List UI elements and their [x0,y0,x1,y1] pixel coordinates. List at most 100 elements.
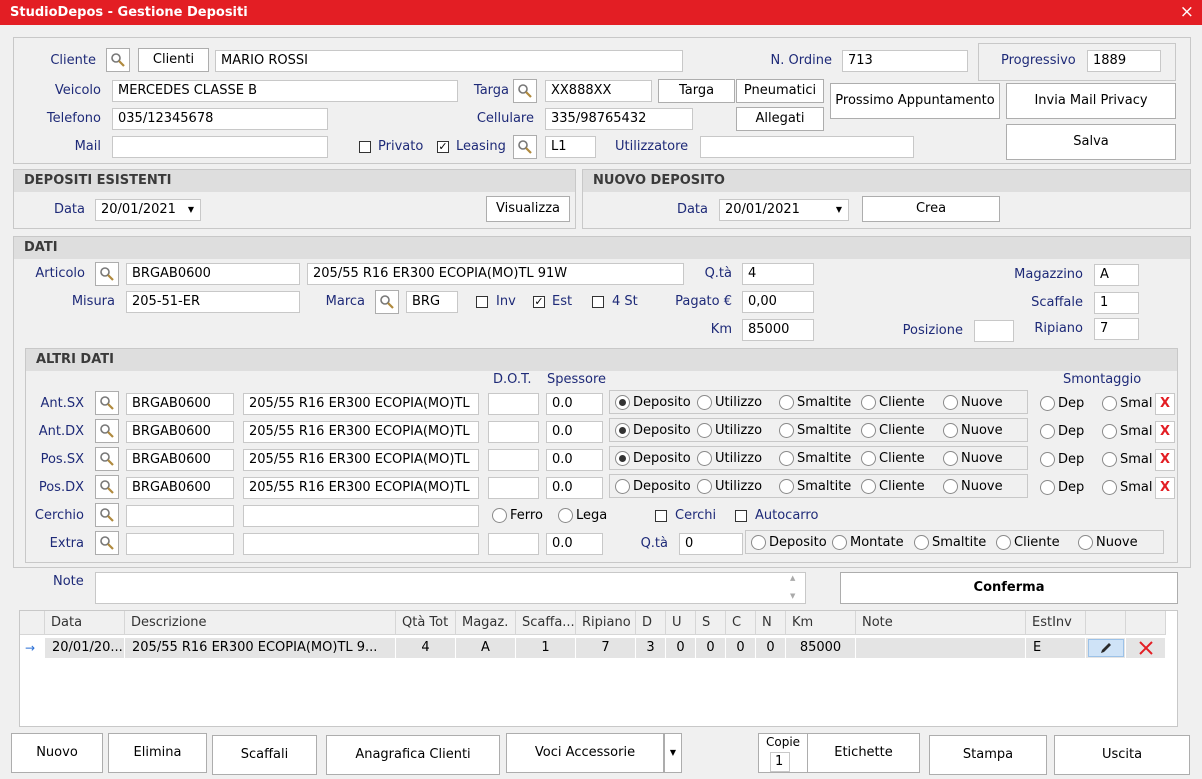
autocarro-checkbox[interactable] [735,510,747,522]
grid-column-header[interactable]: Ripiano [576,611,636,635]
grid-column-header[interactable]: Descrizione [125,611,396,635]
misura-field[interactable]: 205-51-ER [126,291,300,313]
tire-dot-field[interactable] [488,449,539,471]
radio-circle[interactable] [492,508,507,523]
extra-status-radio[interactable]: Smaltite [914,535,986,550]
scroll-up-icon[interactable]: ▲ [790,574,795,582]
salva-button[interactable]: Salva [1006,124,1176,160]
grid-column-header[interactable]: N [756,611,786,635]
tire-search-icon[interactable] [95,447,119,471]
qta-field[interactable]: 4 [742,263,814,285]
marca-search-icon[interactable] [375,290,399,314]
grid-cell-note[interactable] [856,638,1026,658]
edit-cell[interactable] [1086,638,1126,658]
tire-search-icon[interactable] [95,475,119,499]
tire-status-radio[interactable]: Nuove [943,451,1003,466]
radio-circle[interactable] [861,479,876,494]
tire-desc-field[interactable]: 205/55 R16 ER300 ECOPIA(MO)TL [243,449,479,471]
grid-cell-magaz[interactable]: A [456,638,516,658]
pagato-field[interactable]: 0,00 [742,291,814,313]
tire-code-field[interactable]: BRGAB0600 [126,421,234,443]
radio-circle[interactable] [615,395,630,410]
scroll-down-icon[interactable]: ▼ [790,592,795,600]
tire-status-radio[interactable]: Nuove [943,479,1003,494]
tire-desc-field[interactable]: 205/55 R16 ER300 ECOPIA(MO)TL [243,477,479,499]
cerchi-checkbox[interactable] [655,510,667,522]
radio-circle[interactable] [615,423,630,438]
grid-column-header[interactable]: U [666,611,696,635]
extra-search-icon[interactable] [95,531,119,555]
visualizza-button[interactable]: Visualizza [486,196,570,222]
radio-circle[interactable] [697,395,712,410]
tire-status-radio[interactable]: Deposito [615,423,691,438]
tire-status-radio[interactable]: Cliente [861,395,925,410]
progressivo-field[interactable]: 1889 [1087,50,1161,72]
tire-status-radio[interactable]: Utilizzo [697,423,762,438]
tire-status-radio[interactable]: Smaltite [779,423,851,438]
invia-mail-privacy-button[interactable]: Invia Mail Privacy [1006,83,1176,119]
marca-field[interactable]: BRG [406,291,458,313]
radio-circle[interactable] [914,535,929,550]
smontaggio-radio[interactable]: Dep [1040,424,1084,439]
tire-status-radio[interactable]: Smaltite [779,451,851,466]
tire-status-radio[interactable]: Deposito [615,395,691,410]
grid-cell-s[interactable]: 0 [696,638,726,658]
extra-desc-field[interactable] [243,533,479,555]
radio-circle[interactable] [943,423,958,438]
tire-status-radio[interactable]: Smaltite [779,479,851,494]
privato-checkbox[interactable] [359,141,371,153]
veicolo-field[interactable]: MERCEDES CLASSE B [112,80,458,102]
cliente-search-icon[interactable] [106,48,130,72]
radio-circle[interactable] [1040,424,1055,439]
crea-button[interactable]: Crea [862,196,1000,222]
leasing-search-icon[interactable] [513,135,537,159]
tire-status-radio[interactable]: Nuove [943,395,1003,410]
radio-circle[interactable] [1040,480,1055,495]
extra-code-field[interactable] [126,533,234,555]
tire-status-radio[interactable]: Cliente [861,423,925,438]
smontaggio-radio[interactable]: Smal [1102,396,1153,411]
clienti-button[interactable]: Clienti [138,48,209,72]
scaffali-button[interactable]: Scaffali [212,735,317,775]
remove-row-button[interactable]: X [1155,449,1175,471]
mail-field[interactable] [112,136,328,158]
radio-circle[interactable] [697,423,712,438]
tire-spessore-field[interactable]: 0.0 [546,477,603,499]
radio-circle[interactable] [751,535,766,550]
grid-cell-u[interactable]: 0 [666,638,696,658]
extra-dot-field[interactable] [488,533,539,555]
grid-cell-d[interactable]: 3 [636,638,666,658]
radio-circle[interactable] [1102,480,1117,495]
tire-search-icon[interactable] [95,391,119,415]
radio-circle[interactable] [1102,396,1117,411]
grid-column-header[interactable] [1126,611,1166,635]
prossimo-appuntamento-button[interactable]: Prossimo Appuntamento [830,83,1000,119]
grid-column-header[interactable]: S [696,611,726,635]
cellulare-field[interactable]: 335/98765432 [545,108,693,130]
remove-row-button[interactable]: X [1155,393,1175,415]
tire-status-radio[interactable]: Deposito [615,479,691,494]
scaffale-field[interactable]: 1 [1094,292,1139,314]
grid-column-header[interactable]: Note [856,611,1026,635]
ripiano-field[interactable]: 7 [1094,318,1139,340]
grid-column-header[interactable]: D [636,611,666,635]
smontaggio-radio[interactable]: Dep [1040,396,1084,411]
elimina-button[interactable]: Elimina [108,733,207,773]
grid-column-header[interactable]: C [726,611,756,635]
radio-circle[interactable] [697,479,712,494]
grid-cell-qta[interactable]: 4 [396,638,456,658]
grid-cell-ripiano[interactable]: 7 [576,638,636,658]
tire-spessore-field[interactable]: 0.0 [546,449,603,471]
extra-status-radio[interactable]: Nuove [1078,535,1138,550]
telefono-field[interactable]: 035/12345678 [112,108,328,130]
tire-dot-field[interactable] [488,421,539,443]
radio-circle[interactable] [996,535,1011,550]
radio-circle[interactable] [779,423,794,438]
extra-qta-field[interactable]: 0 [679,533,743,555]
radio-circle[interactable] [861,423,876,438]
etichette-button[interactable]: Etichette [807,733,920,773]
tire-spessore-field[interactable]: 0.0 [546,393,603,415]
grid-cell-km[interactable]: 85000 [786,638,856,658]
tire-status-radio[interactable]: Utilizzo [697,395,762,410]
tire-dot-field[interactable] [488,477,539,499]
